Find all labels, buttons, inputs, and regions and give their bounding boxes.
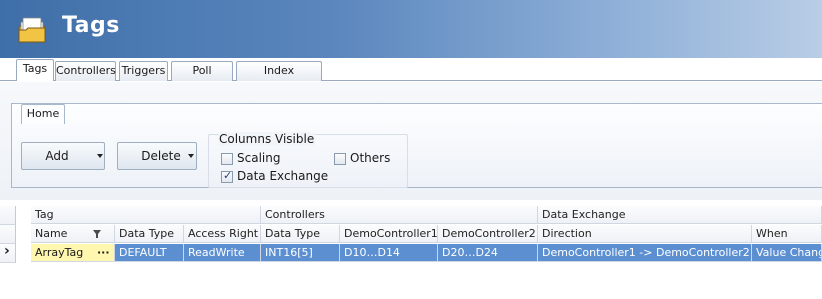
cell-democontroller2[interactable]: D20…D24 xyxy=(438,244,538,262)
group-data-exchange: Data Exchange xyxy=(538,206,822,224)
ellipsis-button[interactable]: ··· xyxy=(97,244,110,261)
tab-tags[interactable]: Tags xyxy=(16,59,54,81)
grid-corner xyxy=(0,206,16,225)
tab-triggers[interactable]: Triggers xyxy=(119,61,168,81)
checkmark-icon: ✓ xyxy=(223,169,233,182)
column-header-democontroller1[interactable]: DemoController1 xyxy=(340,225,438,243)
tab-index-registers[interactable]: Index Registers xyxy=(236,61,322,95)
data-exchange-checkbox[interactable]: ✓ xyxy=(221,169,233,183)
cell-when[interactable]: Value Change xyxy=(752,244,822,262)
page-title: Tags xyxy=(62,13,120,38)
column-header-direction[interactable]: Direction xyxy=(538,225,752,243)
group-controllers: Controllers xyxy=(261,206,538,224)
cell-name[interactable]: ArrayTag ··· xyxy=(31,244,115,262)
row-indicator[interactable]: › xyxy=(0,243,16,263)
dropdown-arrow-icon xyxy=(188,154,194,158)
tab-poll-groups[interactable]: Poll Groups xyxy=(171,61,233,95)
ribbon-tab-home[interactable]: Home xyxy=(21,104,65,124)
cell-access-right[interactable]: ReadWrite xyxy=(184,244,261,262)
column-name-label: Name xyxy=(35,227,68,240)
add-button[interactable]: Add xyxy=(21,142,105,170)
scaling-label: Scaling xyxy=(237,151,281,165)
grid-corner-2 xyxy=(0,225,16,244)
row-indicator-icon: › xyxy=(4,243,10,259)
cell-direction[interactable]: DemoController1 -> DemoController2 xyxy=(538,244,752,262)
ribbon-area xyxy=(0,82,822,200)
column-header-ctrl-data-type[interactable]: Data Type xyxy=(261,225,340,243)
column-header-democontroller2[interactable]: DemoController2 xyxy=(438,225,538,243)
delete-button-label: Delete xyxy=(141,149,181,163)
cell-ctrl-data-type[interactable]: INT16[5] xyxy=(261,244,340,262)
column-header-data-type[interactable]: Data Type xyxy=(115,225,184,243)
main-tabstrip: Tags Controllers Triggers Poll Groups In… xyxy=(0,58,822,95)
scaling-checkbox[interactable] xyxy=(221,153,233,165)
dropdown-arrow-icon xyxy=(97,154,103,158)
column-header-name[interactable]: Name xyxy=(31,225,115,243)
cell-data-type[interactable]: DEFAULT xyxy=(115,244,184,262)
group-tag: Tag xyxy=(31,206,261,224)
grid-empty-area xyxy=(0,266,822,299)
cell-democontroller1[interactable]: D10…D14 xyxy=(340,244,438,262)
tags-folder-icon xyxy=(18,17,46,43)
title-bar: Tags xyxy=(0,0,822,58)
add-button-label: Add xyxy=(45,149,69,163)
filter-funnel-icon[interactable] xyxy=(93,230,101,238)
delete-button[interactable]: Delete xyxy=(117,142,197,170)
tab-controllers[interactable]: Controllers xyxy=(55,61,116,81)
others-checkbox[interactable] xyxy=(334,153,346,165)
column-header-when[interactable]: When xyxy=(752,225,822,243)
cell-name-value: ArrayTag xyxy=(35,246,84,259)
others-label: Others xyxy=(350,151,391,165)
data-exchange-label: Data Exchange xyxy=(237,169,329,183)
column-header-access-right[interactable]: Access Right xyxy=(184,225,261,243)
columns-visible-title: Columns Visible xyxy=(218,132,316,146)
